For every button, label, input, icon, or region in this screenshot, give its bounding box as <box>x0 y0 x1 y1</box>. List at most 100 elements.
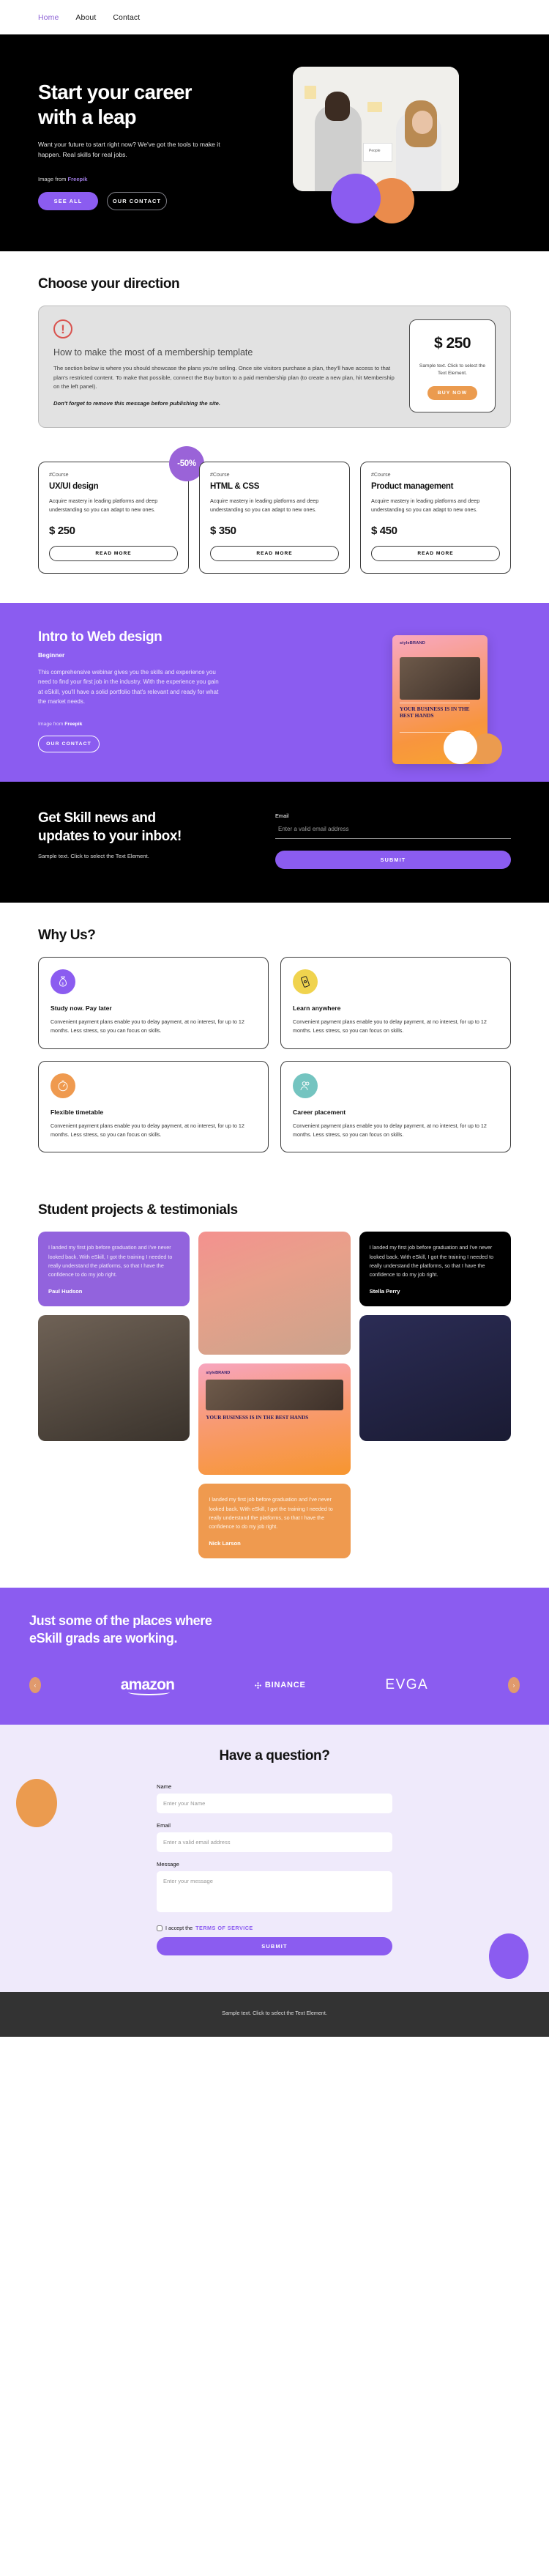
newsletter-submit-button[interactable]: SUBMIT <box>275 850 511 869</box>
contact-name-input[interactable] <box>157 1794 392 1814</box>
newsletter-email-label: Email <box>275 812 289 819</box>
course-price: $ 350 <box>210 524 236 537</box>
brands-title: Just some of the places where eSkill gra… <box>29 1613 322 1648</box>
course-description: Acquire mastery in leading platforms and… <box>210 497 319 513</box>
why-card-career-placement: Career placement Convenient payment plan… <box>280 1060 511 1153</box>
read-more-button[interactable]: READ MORE <box>371 545 500 561</box>
why-card-desc: Convenient payment plans enable you to d… <box>51 1018 244 1034</box>
hero-photo-board: People <box>363 143 392 162</box>
testimonial-text: I landed my first job before graduation … <box>209 1496 333 1530</box>
course-tag: #Course <box>371 473 391 478</box>
see-all-button[interactable]: SEE ALL <box>38 192 98 211</box>
intro-contact-button[interactable]: OUR CONTACT <box>38 735 100 752</box>
contact-message-textarea[interactable] <box>157 1871 392 1913</box>
newsletter-copy: Get Skill news and updates to your inbox… <box>38 810 250 869</box>
hero-title-line1: Start your career <box>38 81 193 103</box>
terms-checkbox-row[interactable]: I accept the TERMS OF SERVICE <box>157 1925 392 1931</box>
poster-photo <box>206 1380 343 1411</box>
intro-image-credit: Image from Freepik <box>38 722 258 727</box>
nav-item-contact[interactable]: Contact <box>113 13 140 22</box>
why-card-flexible-timetable: Flexible timetable Convenient payment pl… <box>38 1060 269 1153</box>
direction-section: Choose your direction ! How to make the … <box>0 251 549 429</box>
newsletter-section: Get Skill news and updates to your inbox… <box>0 781 549 903</box>
why-us-section: Why Us? $ Study now. Pay later Convenien… <box>0 903 549 1182</box>
brands-title-line1: Just some of the places where <box>29 1613 212 1628</box>
nav-item-about[interactable]: About <box>75 13 96 22</box>
intro-white-circle <box>444 730 477 764</box>
chevron-left-icon[interactable]: ‹ <box>29 1677 41 1694</box>
landing-page: Home About Contact Start your career wit… <box>0 0 549 2038</box>
intro-copy: Intro to Web design Beginner This compre… <box>38 629 258 752</box>
terms-checkbox[interactable] <box>157 1925 163 1931</box>
newsletter-title-line1: Get Skill news and <box>38 810 156 826</box>
newsletter-form: Email SUBMIT <box>275 810 511 869</box>
direction-title: Choose your direction <box>38 276 180 292</box>
testimonial-card-nick-larson: I landed my first job before graduation … <box>198 1484 351 1558</box>
poster-photo <box>400 656 480 700</box>
intro-webdesign-section: Intro to Web design Beginner This compre… <box>0 602 549 782</box>
hero-section: Start your career with a leap Want your … <box>0 34 549 252</box>
why-card-title: Flexible timetable <box>51 1108 104 1116</box>
membership-price: $ 250 <box>433 335 471 352</box>
footer-text: Sample text. Click to select the Text El… <box>222 2010 327 2017</box>
hero-purple-circle <box>331 174 381 223</box>
nav-item-home[interactable]: Home <box>38 13 59 22</box>
why-card-desc: Convenient payment plans enable you to d… <box>293 1018 487 1034</box>
why-card-desc: Convenient payment plans enable you to d… <box>51 1122 244 1138</box>
stopwatch-icon <box>51 1073 75 1098</box>
why-card-title: Career placement <box>293 1108 346 1116</box>
testimonials-section: Student projects & testimonials I landed… <box>0 1182 549 1587</box>
testimonial-text: I landed my first job before graduation … <box>369 1244 494 1278</box>
course-card-uxui[interactable]: -50% #Course UX/UI design Acquire master… <box>38 446 204 574</box>
notice-heading: How to make the most of a membership tem… <box>53 347 253 358</box>
course-card-product-management[interactable]: #Course Product management Acquire maste… <box>360 462 511 574</box>
student-project-photo-classroom <box>38 1314 190 1441</box>
contact-email-input[interactable] <box>157 1832 392 1853</box>
binance-diamond-icon <box>254 1681 262 1689</box>
why-card-study-now-pay-later: $ Study now. Pay later Convenient paymen… <box>38 956 269 1049</box>
contact-form: Name Email Message I accept the TERMS OF… <box>157 1783 392 1956</box>
intro-credit-prefix: Image from <box>38 721 65 727</box>
testimonial-card-paul-hudson: I landed my first job before graduation … <box>38 1232 190 1306</box>
chevron-right-icon[interactable]: › <box>507 1677 520 1694</box>
contact-submit-button[interactable]: SUBMIT <box>157 1937 392 1956</box>
notice-body: The section below is where you should sh… <box>53 365 395 391</box>
intro-body: This comprehensive webinar gives you the… <box>38 668 219 706</box>
why-us-title: Why Us? <box>38 927 96 943</box>
testimonials-grid: I landed my first job before graduation … <box>38 1232 511 1558</box>
hero-copy: Start your career with a leap Want your … <box>38 65 280 211</box>
newsletter-email-input[interactable] <box>275 818 511 839</box>
terms-of-service-link[interactable]: TERMS OF SERVICE <box>195 1925 253 1931</box>
why-card-title: Study now. Pay later <box>51 1004 112 1012</box>
course-cards: -50% #Course UX/UI design Acquire master… <box>0 446 549 602</box>
course-card-html-css[interactable]: #Course HTML & CSS Acquire mastery in le… <box>199 462 350 574</box>
notice-warning: Don't forget to remove this message befo… <box>53 399 220 407</box>
student-project-photo-robot-hand <box>359 1314 511 1441</box>
student-project-photo-poster: styleBRAND YOUR BUSINESS IS IN THE BEST … <box>198 1363 351 1476</box>
course-description: Acquire mastery in leading platforms and… <box>49 497 158 513</box>
testimonial-author: Paul Hudson <box>48 1287 83 1295</box>
course-price: $ 250 <box>49 524 75 537</box>
student-project-photo-hands <box>198 1232 351 1355</box>
read-more-button[interactable]: READ MORE <box>49 545 178 561</box>
hero-media: People <box>280 65 511 223</box>
hero-credit-link[interactable]: Freepik <box>68 176 88 182</box>
hero-credit-prefix: Image from <box>38 176 68 183</box>
intro-media: styleBRAND YOUR BUSINESS IS IN THE BEST … <box>258 629 511 764</box>
poster-heading: YOUR BUSINESS IS IN THE BEST HANDS <box>206 1415 309 1421</box>
page-footer: Sample text. Click to select the Text El… <box>0 1992 549 2038</box>
hero-image-credit: Image from Freepik <box>38 176 280 182</box>
read-more-button[interactable]: READ MORE <box>210 545 339 561</box>
our-contact-button[interactable]: OUR CONTACT <box>107 192 167 211</box>
svg-text:$: $ <box>62 982 64 985</box>
contact-purple-blob <box>489 1933 529 1980</box>
people-icon <box>293 1073 318 1098</box>
notice-copy: ! How to make the most of a membership t… <box>53 319 397 412</box>
intro-credit-link[interactable]: Freepik <box>64 722 82 727</box>
why-us-grid: $ Study now. Pay later Convenient paymen… <box>38 956 511 1153</box>
why-card-title: Learn anywhere <box>293 1004 341 1012</box>
buy-now-button[interactable]: BUY NOW <box>427 386 477 401</box>
poster-brand: styleBRAND <box>206 1371 231 1376</box>
intro-title: Intro to Web design <box>38 629 163 645</box>
contact-name-label: Name <box>157 1783 172 1791</box>
